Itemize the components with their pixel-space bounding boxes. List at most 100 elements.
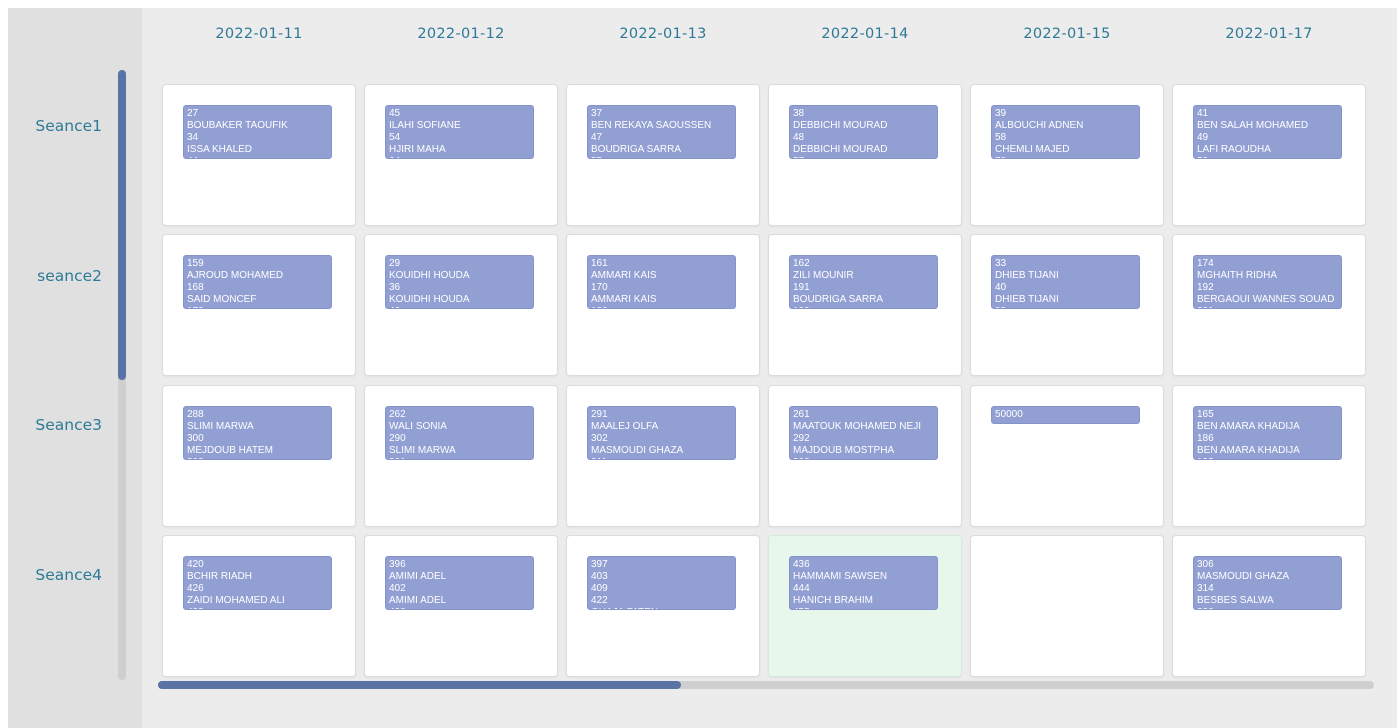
schedule-cell[interactable]: 436HAMMAMI SAWSEN444HANICH BRAHIM455 bbox=[768, 535, 962, 677]
exam-card[interactable]: 174 MGHAITH RIDHA 192 BERGAOUI WANNES SOUAD… bbox=[1193, 255, 1342, 309]
schedule-cell[interactable]: 37BEN REKAYA SAOUSSEN47BOUDRIGA SARRA55 bbox=[566, 84, 760, 226]
exam-card-line: 57 bbox=[793, 156, 934, 158]
exam-card-line: 45 bbox=[389, 108, 401, 119]
schedule-cell[interactable]: 420BCHIR RIADH426ZAIDI MOHAMED ALI433 bbox=[162, 535, 356, 677]
exam-card-line: 47 bbox=[591, 132, 603, 143]
exam-card[interactable]: 161AMMARI KAIS170AMMARI KAIS180 bbox=[587, 255, 736, 309]
schedule-cell[interactable]: 174 MGHAITH RIDHA 192 BERGAOUI WANNES SOUAD… bbox=[1172, 234, 1366, 376]
exam-card-line: DEBBICHI MOURAD bbox=[793, 144, 888, 155]
exam-card-line: 27 bbox=[187, 108, 199, 119]
exam-card[interactable]: 291MAALEJ OLFA302MASMOUDI GHAZA311 bbox=[587, 406, 736, 460]
exam-card[interactable]: 41BEN SALAH MOHAMED49LAFI RAOUDHA59 bbox=[1193, 105, 1342, 159]
exam-card-line: 309 bbox=[187, 457, 328, 459]
exam-card-line: 41 bbox=[1197, 108, 1209, 119]
schedule-cell[interactable]: 27BOUBAKER TAOUFIK34ISSA KHALED44 bbox=[162, 84, 356, 226]
vertical-scrollbar[interactable] bbox=[118, 70, 126, 680]
exam-card[interactable]: 37BEN REKAYA SAOUSSEN47BOUDRIGA SARRA55 bbox=[587, 105, 736, 159]
exam-card[interactable]: 27BOUBAKER TAOUFIK34ISSA KHALED44 bbox=[183, 105, 332, 159]
exam-card[interactable]: 39ALBOUCHI ADNEN58CHEMLI MAJED78 bbox=[991, 105, 1140, 159]
exam-card-line: KOUIDHI HOUDA bbox=[389, 270, 470, 281]
exam-card[interactable]: 162ZILI MOUNIR191BOUDRIGA SARRA199 bbox=[789, 255, 938, 309]
horizontal-scrollbar-thumb[interactable] bbox=[158, 681, 681, 689]
exam-card-line: 64 bbox=[389, 156, 530, 158]
schedule-cell[interactable]: 162ZILI MOUNIR191BOUDRIGA SARRA199 bbox=[768, 234, 962, 376]
exam-card[interactable]: 262WALI SONIA290SLIMI MARWA301 bbox=[385, 406, 534, 460]
exam-card-line: 54 bbox=[389, 132, 401, 143]
exam-card-line: DEBBICHI MOURAD bbox=[793, 120, 888, 131]
exam-card[interactable]: 397403409422OUAJA FATEN bbox=[587, 556, 736, 610]
session-label-1: Seance1 bbox=[35, 117, 102, 135]
schedule-cell[interactable]: 262WALI SONIA290SLIMI MARWA301 bbox=[364, 385, 558, 527]
exam-card-line: BESBES SALWA bbox=[1197, 595, 1274, 606]
schedule-cell[interactable]: 165 BEN AMARA KHADIJA 186 BEN AMARA KHADIJA… bbox=[1172, 385, 1366, 527]
exam-card[interactable]: 420BCHIR RIADH426ZAIDI MOHAMED ALI433 bbox=[183, 556, 332, 610]
exam-card-line: 302 bbox=[591, 433, 608, 444]
exam-card-line: BOUDRIGA SARRA bbox=[793, 294, 884, 305]
exam-card-line: DHIEB TIJANI bbox=[995, 294, 1059, 305]
exam-card-line: 170 bbox=[591, 282, 608, 293]
exam-card-line: 186 bbox=[1197, 433, 1214, 444]
exam-card-line: 40 bbox=[995, 282, 1007, 293]
schedule-cell[interactable]: 41BEN SALAH MOHAMED49LAFI RAOUDHA59 bbox=[1172, 84, 1366, 226]
exam-card-line: HJIRI MAHA bbox=[389, 144, 446, 155]
schedule-cell[interactable]: 396AMIMI ADEL402AMIMI ADEL408 bbox=[364, 535, 558, 677]
exam-card-line: 34 bbox=[187, 132, 199, 143]
exam-card-line: 436 bbox=[793, 559, 810, 570]
exam-card-line: 320 bbox=[1197, 607, 1338, 609]
exam-card[interactable]: 396AMIMI ADEL402AMIMI ADEL408 bbox=[385, 556, 534, 610]
session-label-3: Seance3 bbox=[35, 416, 102, 434]
exam-card[interactable]: 50000 bbox=[991, 406, 1140, 424]
exam-card-line: AMIMI ADEL bbox=[389, 595, 447, 606]
exam-card-line: 455 bbox=[793, 607, 934, 609]
horizontal-scrollbar[interactable] bbox=[158, 681, 1374, 689]
schedule-cell[interactable]: 50000 bbox=[970, 385, 1164, 527]
schedule-cell[interactable]: 159AJROUD MOHAMED168SAID MONCEF178 bbox=[162, 234, 356, 376]
schedule-cell[interactable]: 306MASMOUDI GHAZA314BESBES SALWA320 bbox=[1172, 535, 1366, 677]
date-header: 2022-01-13 bbox=[619, 26, 707, 42]
exam-card[interactable]: 38DEBBICHI MOURAD48DEBBICHI MOURAD57 bbox=[789, 105, 938, 159]
schedule-cell[interactable] bbox=[970, 535, 1164, 677]
exam-card-line: BOUDRIGA SARRA bbox=[591, 144, 682, 155]
exam-card[interactable]: 33DHIEB TIJANI40DHIEB TIJANI82 bbox=[991, 255, 1140, 309]
exam-card-line: 444 bbox=[793, 583, 810, 594]
exam-card-line: SAID MONCEF bbox=[187, 294, 257, 305]
exam-card-line: 180 bbox=[591, 306, 732, 308]
schedule-cell[interactable]: 397403409422OUAJA FATEN bbox=[566, 535, 760, 677]
schedule-cell[interactable]: 291MAALEJ OLFA302MASMOUDI GHAZA311 bbox=[566, 385, 760, 527]
exam-card-line: 49 bbox=[1197, 132, 1209, 143]
exam-card[interactable]: 288SLIMI MARWA300MEJDOUB HATEM309 bbox=[183, 406, 332, 460]
date-header: 2022-01-12 bbox=[417, 26, 505, 42]
exam-card-line: 291 bbox=[591, 409, 608, 420]
exam-card-line: MAALEJ OLFA bbox=[591, 421, 659, 432]
exam-card-line: 59 bbox=[1197, 156, 1338, 158]
exam-card-line: 159 bbox=[187, 258, 204, 269]
exam-card[interactable]: 436HAMMAMI SAWSEN444HANICH BRAHIM455 bbox=[789, 556, 938, 610]
exam-card[interactable]: 306MASMOUDI GHAZA314BESBES SALWA320 bbox=[1193, 556, 1342, 610]
session-label-4: Seance4 bbox=[35, 566, 102, 584]
exam-card-line: 292 bbox=[793, 433, 810, 444]
schedule-cell[interactable]: 288SLIMI MARWA300MEJDOUB HATEM309 bbox=[162, 385, 356, 527]
schedule-cell[interactable]: 261 MAATOUK MOHAMED NEJI 292 MAJDOUB MOSTPH… bbox=[768, 385, 962, 527]
schedule-cell[interactable]: 38DEBBICHI MOURAD48DEBBICHI MOURAD57 bbox=[768, 84, 962, 226]
exam-card[interactable]: 45ILAHI SOFIANE54HJIRI MAHA64 bbox=[385, 105, 534, 159]
exam-card[interactable]: 165 BEN AMARA KHADIJA 186 BEN AMARA KHADIJA… bbox=[1193, 406, 1342, 460]
vertical-scrollbar-thumb[interactable] bbox=[118, 70, 126, 380]
exam-card-line: 38 bbox=[793, 108, 805, 119]
exam-card-line: 433 bbox=[187, 607, 328, 609]
schedule-cell[interactable]: 29KOUIDHI HOUDA36KOUIDHI HOUDA46 bbox=[364, 234, 558, 376]
schedule-cell[interactable]: 39ALBOUCHI ADNEN58CHEMLI MAJED78 bbox=[970, 84, 1164, 226]
schedule-cell[interactable]: 161AMMARI KAIS170AMMARI KAIS180 bbox=[566, 234, 760, 376]
exam-card-line: 48 bbox=[793, 132, 805, 143]
exam-card-line: BERGAOUI WANNES SOUAD bbox=[1197, 294, 1335, 305]
exam-card-line: MASMOUDI GHAZA bbox=[1197, 571, 1290, 582]
exam-card-line: 55 bbox=[591, 156, 732, 158]
schedule-cell[interactable]: 45ILAHI SOFIANE54HJIRI MAHA64 bbox=[364, 84, 558, 226]
schedule-cell[interactable]: 33DHIEB TIJANI40DHIEB TIJANI82 bbox=[970, 234, 1164, 376]
exam-card[interactable]: 261 MAATOUK MOHAMED NEJI 292 MAJDOUB MOSTPH… bbox=[789, 406, 938, 460]
exam-card-line: 290 bbox=[389, 433, 406, 444]
exam-card[interactable]: 159AJROUD MOHAMED168SAID MONCEF178 bbox=[183, 255, 332, 309]
exam-card-line: ALBOUCHI ADNEN bbox=[995, 120, 1084, 131]
exam-card-line: 29 bbox=[389, 258, 401, 269]
exam-card[interactable]: 29KOUIDHI HOUDA36KOUIDHI HOUDA46 bbox=[385, 255, 534, 309]
exam-card-line: 288 bbox=[187, 409, 204, 420]
